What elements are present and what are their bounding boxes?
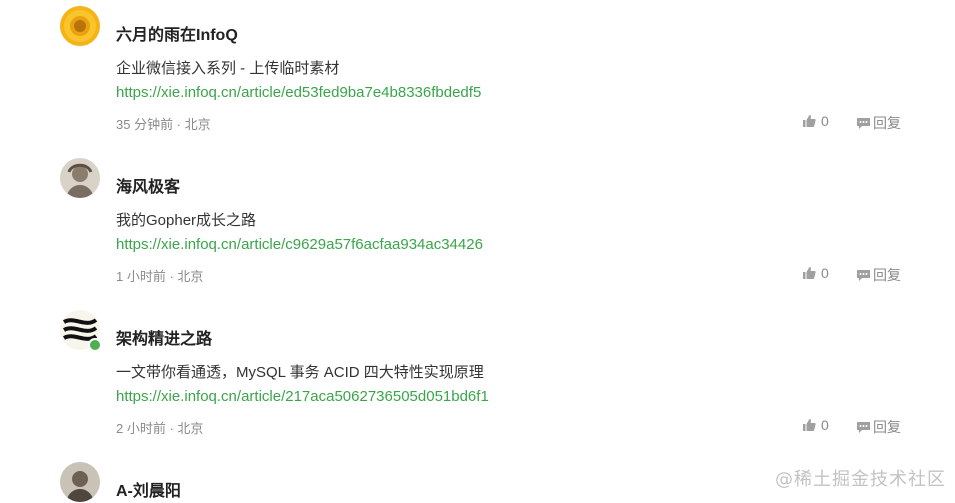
article-link[interactable]: https://xie.infoq.cn/article/ed53fed9ba7… <box>116 81 481 105</box>
reply-label: 回复 <box>873 115 901 131</box>
comment-icon <box>856 420 871 434</box>
reply-label: 回复 <box>873 267 901 283</box>
watermark: @稀土掘金技术社区 <box>775 469 946 490</box>
thumbs-up-icon <box>802 114 816 128</box>
reply-button[interactable]: 回复 <box>856 265 901 285</box>
sunflower-avatar-icon <box>60 6 100 46</box>
author-name[interactable]: 海风极客 <box>116 173 180 197</box>
avatar[interactable] <box>60 6 100 46</box>
comment-item: 六月的雨在InfoQ 企业微信接入系列 - 上传临时素材 https://xie… <box>0 6 955 158</box>
thumbs-up-icon <box>802 418 816 432</box>
like-count: 0 <box>821 113 829 129</box>
person-avatar-icon <box>60 158 100 198</box>
comment-item: 架构精进之路 一文带你看通透，MySQL 事务 ACID 四大特性实现原理 ht… <box>0 310 955 462</box>
author-name[interactable]: 六月的雨在InfoQ <box>116 21 238 45</box>
comment-text: 我的Gopher成长之路 <box>116 212 257 229</box>
article-link[interactable]: https://xie.infoq.cn/article/c9629a57f6a… <box>116 233 483 257</box>
reply-label: 回复 <box>873 419 901 435</box>
comment-content: 我的Gopher成长之路 https://xie.infoq.cn/articl… <box>116 209 483 257</box>
thumbs-up-icon <box>802 266 816 280</box>
comment-icon <box>856 116 871 130</box>
verified-badge-icon <box>88 338 102 352</box>
like-button[interactable]: 0 <box>802 113 829 129</box>
comment-icon <box>856 268 871 282</box>
time-location: 1 小时前 · 北京 <box>116 269 204 284</box>
person-avatar-icon <box>60 462 100 502</box>
like-button[interactable]: 0 <box>802 265 829 281</box>
author-name[interactable]: 架构精进之路 <box>116 325 212 349</box>
avatar[interactable] <box>60 462 100 502</box>
reply-button[interactable]: 回复 <box>856 417 901 437</box>
comment-content: 企业微信接入系列 - 上传临时素材 https://xie.infoq.cn/a… <box>116 57 481 105</box>
article-link[interactable]: https://xie.infoq.cn/article/217aca50627… <box>116 385 489 409</box>
comment-content: 一文带你看通透，MySQL 事务 ACID 四大特性实现原理 https://x… <box>116 361 489 409</box>
like-button[interactable]: 0 <box>802 417 829 433</box>
avatar[interactable] <box>60 158 100 198</box>
time-location: 2 小时前 · 北京 <box>116 421 204 436</box>
comment-text: 企业微信接入系列 - 上传临时素材 <box>116 60 340 77</box>
time-location: 35 分钟前 · 北京 <box>116 117 211 132</box>
comment-item: 海风极客 我的Gopher成长之路 https://xie.infoq.cn/a… <box>0 158 955 310</box>
comment-text: 一文带你看通透，MySQL 事务 ACID 四大特性实现原理 <box>116 364 484 381</box>
like-count: 0 <box>821 265 829 281</box>
reply-button[interactable]: 回复 <box>856 113 901 133</box>
like-count: 0 <box>821 417 829 433</box>
author-name[interactable]: A-刘晨阳 <box>116 477 181 501</box>
